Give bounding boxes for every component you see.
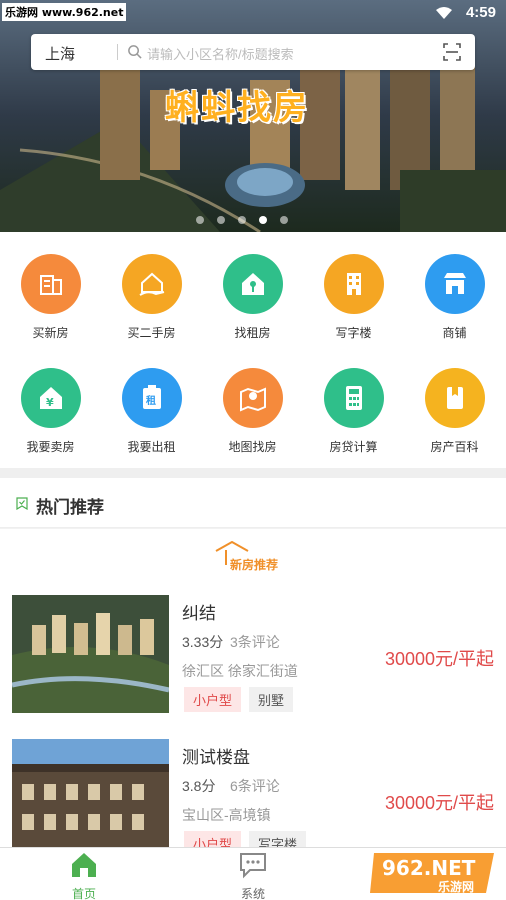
- category-icon-circle: [424, 254, 485, 314]
- listing-name: 测试楼盘: [182, 748, 250, 767]
- listing-thumbnail: [12, 595, 169, 713]
- category-icon-circle: [222, 368, 283, 428]
- category-icon-circle: [20, 254, 81, 314]
- category-icon-circle: [323, 254, 384, 314]
- category-icon-circle: 租: [121, 368, 182, 428]
- house-yen-icon: ¥: [39, 387, 62, 409]
- category-label: 房贷计算: [329, 440, 378, 454]
- listing-tags: 小户型 别墅: [184, 687, 294, 712]
- search-input[interactable]: 请输入小区名称/标题搜索: [147, 44, 294, 63]
- category-label: 我要卖房: [26, 440, 75, 454]
- carousel-dot-active[interactable]: [259, 216, 267, 224]
- wifi-icon: [436, 7, 452, 19]
- nav-system[interactable]: 系统: [193, 848, 313, 900]
- category-grid: 买新房 买二手房 找租房 写字楼 商铺 ¥ 我要卖房租我要出租 地图找房 房贷计算 房产百科: [0, 232, 506, 468]
- carousel-dots: [196, 216, 288, 224]
- carousel-dot[interactable]: [196, 216, 204, 224]
- svg-text:乐游网: 乐游网: [438, 879, 474, 894]
- category-label: 买新房: [32, 326, 69, 340]
- tag: 写字楼: [249, 831, 307, 847]
- section-gap: [0, 468, 506, 478]
- category-label: 找租房: [234, 326, 271, 340]
- category-label: 我要出租: [127, 440, 176, 454]
- listing-reviews: 6条评论: [230, 778, 280, 794]
- new-house-tab-label: 新房推荐: [230, 558, 279, 572]
- category-house-yen[interactable]: ¥ 我要卖房: [0, 368, 101, 455]
- book-icon: [446, 387, 463, 409]
- carousel-dot[interactable]: [238, 216, 246, 224]
- category-map-pin[interactable]: 地图找房: [202, 368, 303, 455]
- category-office-building[interactable]: 写字楼: [303, 254, 404, 341]
- search-icon: [128, 45, 142, 59]
- city-selector[interactable]: 上海: [45, 43, 75, 64]
- category-book[interactable]: 房产百科: [404, 368, 505, 455]
- recommend-icon: [16, 497, 28, 510]
- calculator-icon: [345, 386, 362, 410]
- listing-tags: 小户型 写字楼: [184, 831, 307, 847]
- listing-price: 30000元/平起: [384, 649, 494, 669]
- home-icon: [72, 853, 96, 877]
- listing-reviews: 3条评论: [230, 634, 280, 650]
- category-icon-circle: [424, 368, 485, 428]
- listing-item[interactable]: 纠结 3.33分 3条评论 徐汇区 徐家汇街道 小户型 别墅 30000元/平起: [0, 581, 506, 721]
- hero-banner[interactable]: 乐游网 www.962.net 4:59 上海 请输入小区名称/标题搜索 蝌蚪找…: [0, 0, 506, 232]
- message-icon: [240, 853, 266, 879]
- category-building[interactable]: 买新房: [0, 254, 101, 341]
- tag: 小户型: [184, 831, 242, 847]
- listing-address: 宝山区-高境镇: [182, 807, 271, 823]
- category-calculator[interactable]: 房贷计算: [303, 368, 404, 455]
- category-icon-circle: ¥: [20, 368, 81, 428]
- listing-address: 徐汇区 徐家汇街道: [182, 663, 298, 679]
- office-building-icon: [346, 273, 361, 295]
- new-house-tab[interactable]: 新房推荐: [0, 529, 506, 581]
- divider: [117, 44, 118, 60]
- category-shop[interactable]: 商铺: [404, 254, 505, 341]
- rent-clipboard-icon: 租: [142, 385, 161, 409]
- category-rent-clipboard[interactable]: 租我要出租: [101, 368, 202, 455]
- hot-section-title: 热门推荐: [36, 498, 104, 517]
- site-watermark-logo: 962.NET 乐游网: [370, 853, 494, 894]
- svg-text:租: 租: [146, 394, 156, 407]
- map-pin-icon: [239, 387, 266, 412]
- hot-section-header: 热门推荐: [0, 478, 506, 528]
- listing-price: 30000元/平起: [384, 793, 494, 813]
- shop-icon: [443, 273, 466, 294]
- nav-home[interactable]: 首页: [24, 848, 144, 900]
- clock: 4:59: [465, 4, 496, 21]
- listing-name: 纠结: [182, 604, 216, 623]
- category-label: 房产百科: [430, 440, 479, 454]
- category-icon-circle: [222, 254, 283, 314]
- carousel-dot[interactable]: [217, 216, 225, 224]
- category-label: 商铺: [442, 326, 467, 340]
- svg-text:962.NET: 962.NET: [382, 856, 476, 880]
- listing-item[interactable]: 测试楼盘 3.8分 6条评论 宝山区-高境镇 小户型 写字楼 30000元/平起: [0, 725, 506, 847]
- nav-home-label: 首页: [71, 887, 96, 900]
- building-icon: [39, 275, 62, 295]
- house-hand-icon: [138, 272, 164, 296]
- carousel-dot[interactable]: [280, 216, 288, 224]
- search-bar[interactable]: 上海 请输入小区名称/标题搜索: [31, 34, 475, 70]
- category-house-key[interactable]: 找租房: [202, 254, 303, 341]
- svg-text:¥: ¥: [46, 396, 54, 409]
- scan-icon[interactable]: [443, 43, 461, 61]
- listing-thumbnail: [12, 739, 169, 847]
- category-label: 地图找房: [228, 440, 277, 454]
- status-bar: 乐游网 www.962.net 4:59: [0, 0, 506, 28]
- tag: 小户型: [184, 687, 242, 712]
- category-label: 买二手房: [127, 326, 176, 340]
- category-icon-circle: [121, 254, 182, 314]
- listing-score: 3.8分: [182, 778, 216, 794]
- banner-title: 蝌蚪找房: [165, 88, 309, 128]
- house-key-icon: [241, 273, 264, 295]
- category-icon-circle: [323, 368, 384, 428]
- site-watermark: 乐游网 www.962.net: [2, 3, 127, 21]
- tag: 别墅: [249, 687, 294, 712]
- category-label: 写字楼: [335, 326, 372, 340]
- listing-score: 3.33分: [182, 634, 224, 650]
- category-house-hand[interactable]: 买二手房: [101, 254, 202, 341]
- nav-system-label: 系统: [240, 887, 265, 900]
- listing-list: 纠结 3.33分 3条评论 徐汇区 徐家汇街道 小户型 别墅 30000元/平起…: [0, 581, 506, 847]
